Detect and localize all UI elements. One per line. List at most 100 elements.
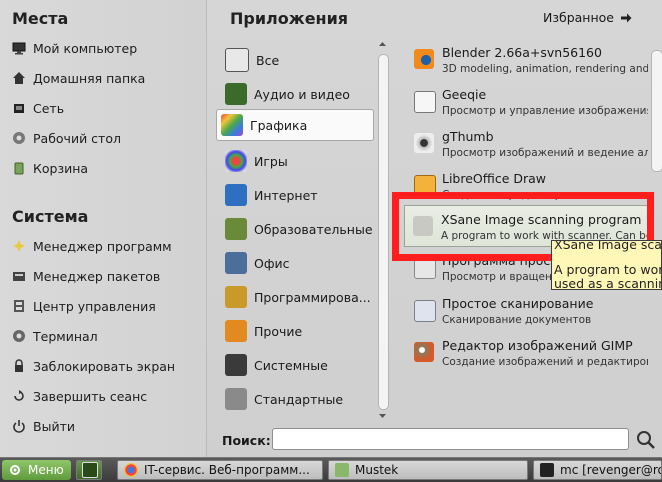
system-item-software-manager[interactable]: Менеджер программ (12, 235, 172, 257)
system-item-quit[interactable]: Выйти (12, 415, 75, 437)
app-description: Создание изображений и редактирование... (442, 356, 648, 368)
category-label: Офис (254, 255, 290, 271)
category-other[interactable]: Прочие (221, 316, 379, 346)
place-item-label: Домашняя папка (33, 70, 146, 86)
computer-icon (12, 41, 26, 55)
place-item-home[interactable]: Домашняя папка (12, 67, 145, 89)
category-audio-video[interactable]: Аудио и видео (221, 79, 379, 109)
app-description: Сканирование документов (442, 314, 592, 326)
category-office[interactable]: Офис (221, 248, 379, 278)
app-item-blender[interactable]: Blender 2.66a+svn56160 3D modeling, anim… (410, 43, 650, 83)
system-item-logout[interactable]: Завершить сеанс (12, 385, 147, 407)
search-input[interactable] (272, 428, 629, 450)
app-name: gThumb (442, 129, 494, 144)
app-item-gimp[interactable]: Редактор изображений GIMP Создание изобр… (410, 336, 650, 376)
desktop-icon (12, 131, 26, 145)
system-item-lock-screen[interactable]: Заблокировать экран (12, 355, 175, 377)
scrollbar-thumb[interactable] (651, 50, 662, 172)
tooltip-line: used as a scanning program (554, 276, 661, 290)
system-item-package-manager[interactable]: Менеджер пакетов (12, 265, 160, 287)
graphics-icon (221, 114, 243, 136)
arrow-right-icon[interactable] (620, 12, 632, 24)
application-menu: Места Мой компьютер Домашняя папка Сеть … (0, 0, 662, 457)
system-item-label: Менеджер программ (33, 238, 172, 254)
show-desktop-button[interactable] (76, 460, 102, 480)
place-item-label: Сеть (33, 100, 65, 116)
system-item-control-center[interactable]: Центр управления (12, 295, 156, 317)
place-item-desktop[interactable]: Рабочий стол (12, 127, 121, 149)
office-icon (225, 252, 247, 274)
category-accessories[interactable]: Стандартные (221, 384, 379, 414)
category-label: Программирова... (254, 289, 371, 305)
category-label: Системные (254, 357, 328, 373)
home-icon (12, 71, 26, 85)
trash-icon (12, 161, 26, 175)
accessories-icon (225, 388, 247, 410)
system-item-label: Выйти (33, 418, 75, 434)
system-item-label: Завершить сеанс (33, 388, 148, 404)
categories-scrollbar[interactable] (375, 40, 389, 422)
place-item-computer[interactable]: Мой компьютер (12, 37, 137, 59)
place-item-label: Мой компьютер (33, 40, 138, 56)
favorites-link[interactable]: Избранное (543, 10, 614, 25)
app-name: Blender 2.66a+svn56160 (442, 45, 602, 60)
system-tools-icon (225, 354, 247, 376)
app-name: Редактор изображений GIMP (442, 338, 633, 353)
category-label: Интернет (254, 187, 318, 203)
apps-scrollbar[interactable] (648, 40, 662, 420)
app-description: 3D modeling, animation, rendering and p.… (442, 63, 648, 75)
search-icon[interactable] (634, 428, 658, 452)
gimp-icon (414, 342, 434, 362)
scroll-down-icon[interactable] (378, 412, 387, 420)
system-item-label: Менеджер пакетов (33, 268, 161, 284)
app-item-simple-scan[interactable]: Простое сканирование Сканирование докуме… (410, 294, 650, 334)
places-system-pane: Места Мой компьютер Домашняя папка Сеть … (0, 0, 207, 457)
scanner-icon (414, 300, 436, 322)
blender-icon (414, 49, 434, 69)
category-label: Образовательные (254, 221, 372, 237)
taskbar-item-browser[interactable]: IT-сервис. Веб-программ... (117, 460, 323, 480)
package-manager-icon (12, 269, 26, 283)
all-apps-icon (225, 48, 249, 72)
taskbar-item-terminal[interactable]: mc [revenger@ro... (533, 460, 662, 480)
category-programming[interactable]: Программирова... (221, 282, 379, 312)
category-all[interactable]: Все (221, 45, 379, 75)
system-item-label: Центр управления (33, 298, 156, 314)
category-games[interactable]: Игры (221, 146, 379, 176)
category-label: Аудио и видео (254, 86, 350, 102)
multimedia-icon (225, 83, 247, 105)
scroll-up-icon[interactable] (378, 40, 387, 48)
chrome-icon (124, 463, 138, 477)
education-icon (225, 218, 247, 240)
system-item-label: Заблокировать экран (33, 358, 176, 374)
app-description: Просмотр изображений и ведение алы... (442, 147, 648, 159)
app-tooltip: XSane Image scanning program A program t… (551, 240, 662, 290)
category-graphics[interactable]: Графика (216, 109, 374, 141)
start-menu-button[interactable]: Меню (2, 460, 71, 480)
place-item-trash[interactable]: Корзина (12, 157, 88, 179)
terminal-icon (540, 463, 554, 477)
power-icon (12, 419, 26, 433)
internet-icon (225, 184, 247, 206)
place-item-network[interactable]: Сеть (12, 97, 64, 119)
taskbar-item-label: Mustek (355, 463, 399, 477)
system-item-label: Терминал (33, 328, 98, 344)
category-label: Графика (250, 117, 308, 133)
app-item-geeqie[interactable]: Geeqie Просмотр и управление изображения… (410, 85, 650, 125)
category-education[interactable]: Образовательные (221, 214, 379, 244)
app-name: LibreOffice Draw (442, 171, 547, 186)
app-description: Просмотр и управление изображениями... (442, 105, 648, 117)
category-label: Стандартные (254, 391, 344, 407)
app-item-gthumb[interactable]: gThumb Просмотр изображений и ведение ал… (410, 127, 650, 167)
games-icon (225, 150, 247, 172)
tooltip-line: A program to work with scanner. Can be (554, 262, 661, 277)
category-internet[interactable]: Интернет (221, 180, 379, 210)
geeqie-icon (414, 91, 436, 113)
taskbar-item-mustek[interactable]: Mustek (328, 460, 528, 480)
system-item-terminal[interactable]: Терминал (12, 325, 98, 347)
taskbar-item-label: mc [revenger@ro... (560, 463, 661, 477)
programming-icon (225, 286, 247, 308)
start-menu-label: Меню (28, 463, 64, 477)
scrollbar-thumb[interactable] (378, 54, 389, 410)
category-system[interactable]: Системные (221, 350, 379, 380)
